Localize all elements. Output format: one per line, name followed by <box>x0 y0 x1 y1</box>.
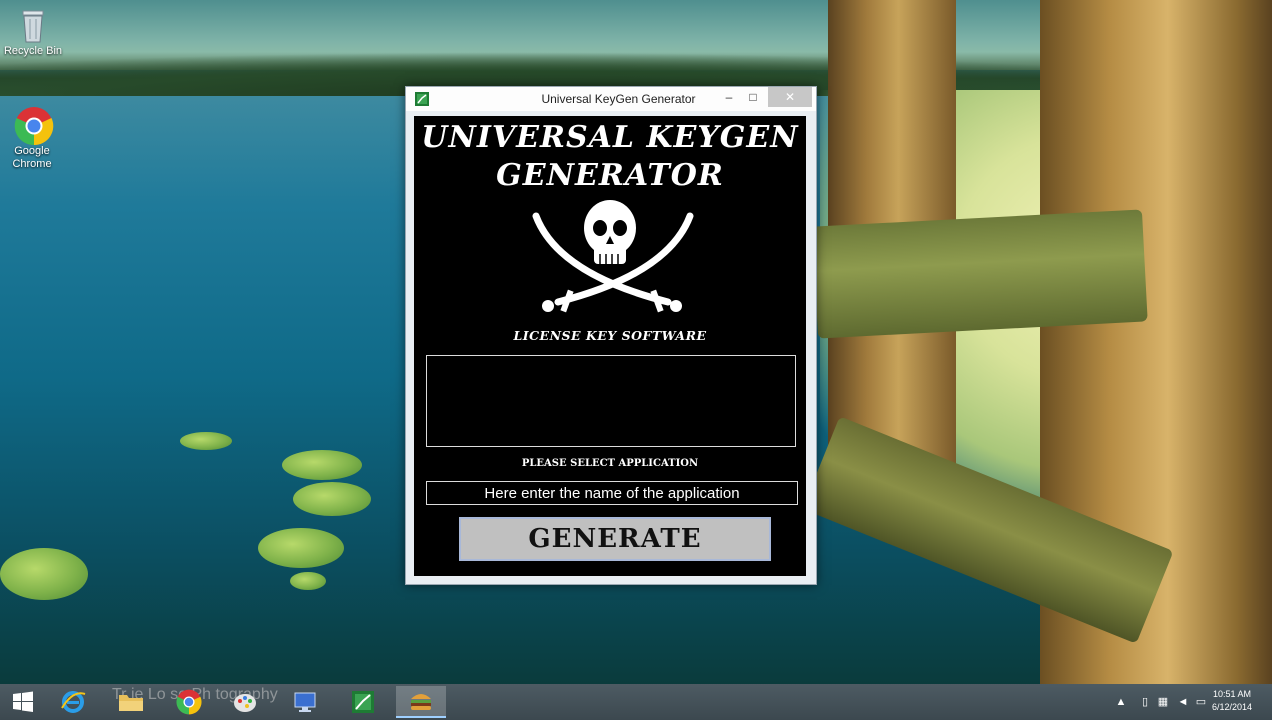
ie-icon <box>61 691 86 713</box>
chrome-icon <box>176 689 202 715</box>
license-key-output[interactable] <box>426 355 796 447</box>
title-bar[interactable]: Universal KeyGen Generator – □ ✕ <box>406 87 816 111</box>
wallpaper-plank-top <box>812 209 1148 339</box>
generate-button[interactable]: GENERATE <box>459 517 771 561</box>
monitor-icon <box>294 692 316 712</box>
taskbar-remote-desktop[interactable] <box>282 686 328 718</box>
paint-icon <box>234 694 256 712</box>
maximize-button[interactable]: □ <box>742 87 764 107</box>
system-clock[interactable]: 10:51 AM 6/12/2014 <box>1212 688 1252 714</box>
lily-pad <box>180 432 232 450</box>
app-heading-line2: GENERATOR <box>496 158 724 193</box>
keygen-window: Universal KeyGen Generator – □ ✕ UNIVERS… <box>405 86 817 585</box>
desktop-icon-label: Recycle Bin <box>3 45 63 57</box>
lily-pad <box>282 450 362 480</box>
select-application-label: PLEASE SELECT APPLICATION <box>521 458 699 469</box>
taskbar-file-explorer[interactable] <box>108 686 154 718</box>
clock-time: 10:51 AM <box>1212 689 1251 699</box>
recycle-bin-icon <box>15 6 51 43</box>
folder-icon <box>119 695 143 711</box>
action-center-icon[interactable]: ▭ <box>1194 696 1208 708</box>
app-subtitle: LICENSE KEY SOFTWARE <box>513 328 707 343</box>
windows-logo-icon <box>13 691 33 712</box>
window-client-area: UNIVERSAL KEYGEN GENERATOR LICENSE KEY S… <box>414 116 806 576</box>
lily-pad <box>290 572 326 590</box>
skull-crossed-swords-icon <box>518 194 698 324</box>
minimize-button[interactable]: – <box>718 87 740 107</box>
close-button[interactable]: ✕ <box>768 87 812 107</box>
application-name-input[interactable]: Here enter the name of the application <box>426 481 798 505</box>
burger-icon <box>411 694 431 710</box>
desktop-icon-recycle-bin[interactable]: Recycle Bin <box>1 6 65 58</box>
volume-icon[interactable]: ◄ <box>1176 696 1190 708</box>
app-heading-line1: UNIVERSAL KEYGEN <box>421 120 799 155</box>
show-hidden-icons-icon[interactable]: ▲ <box>1114 696 1128 708</box>
chrome-icon <box>14 106 54 146</box>
desktop-icon-label: Google Chrome <box>12 145 52 170</box>
taskbar-keygen-app[interactable] <box>340 686 386 718</box>
taskbar-keygen-running[interactable] <box>396 686 446 718</box>
desktop-icon-google-chrome[interactable]: Google Chrome <box>0 106 64 171</box>
taskbar-internet-explorer[interactable] <box>50 686 96 718</box>
taskbar-chrome[interactable] <box>166 686 212 718</box>
battery-icon[interactable]: ▯ <box>1138 696 1152 708</box>
network-icon[interactable]: ▦ <box>1156 696 1170 708</box>
lily-pad <box>293 482 371 516</box>
start-button[interactable] <box>0 686 46 718</box>
lily-pad <box>0 548 88 600</box>
spreadsheet-icon <box>352 691 374 713</box>
taskbar-paint[interactable] <box>222 686 268 718</box>
clock-date: 6/12/2014 <box>1211 702 1252 712</box>
lily-pad <box>258 528 344 568</box>
